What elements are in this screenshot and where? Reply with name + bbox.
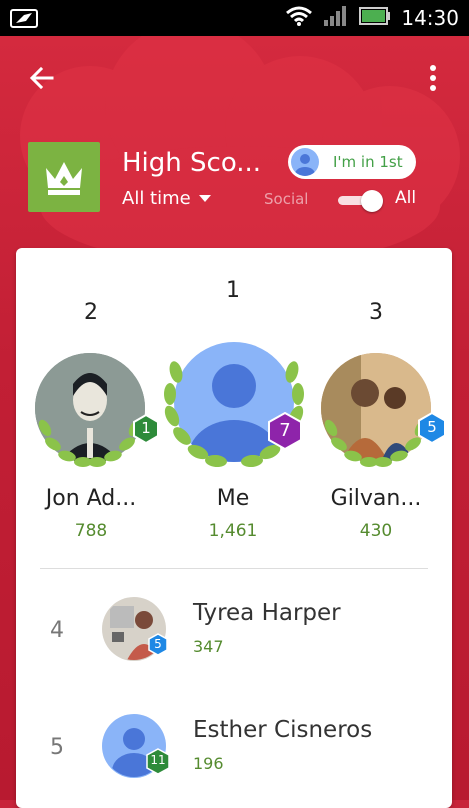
avatar-image xyxy=(164,342,304,468)
notification-icon xyxy=(10,7,40,33)
player-name: Gilvan... xyxy=(330,486,422,511)
level-badge-number: 7 xyxy=(279,420,291,441)
signal-icon xyxy=(323,5,349,31)
player-avatar-jon[interactable]: 1 xyxy=(35,348,159,482)
leaderboard-card: 2 1 Jon Ad... 788 1 7 Me 1,461 3 5 Gilva… xyxy=(16,248,452,808)
switch-thumb xyxy=(361,190,383,212)
row-player-score: 196 xyxy=(193,754,224,773)
player-name: Me xyxy=(216,486,250,511)
level-badge-number: 5 xyxy=(427,418,437,436)
row-player-name: Esther Cisneros xyxy=(193,717,373,743)
row-rank: 4 xyxy=(50,618,64,643)
crown-icon xyxy=(46,162,82,195)
chip-avatar xyxy=(291,148,319,176)
podium-rank-number: 1 xyxy=(226,278,240,303)
back-button[interactable] xyxy=(26,62,58,94)
more-options-button[interactable] xyxy=(420,62,446,94)
row-rank: 5 xyxy=(50,735,64,760)
more-vert-icon xyxy=(430,65,436,91)
game-icon xyxy=(28,142,100,212)
row-player-name: Tyrea Harper xyxy=(193,600,341,626)
row-avatar: 11 xyxy=(102,713,172,783)
leaderboard-title: High Sco... xyxy=(122,148,262,178)
podium-rank-number: 3 xyxy=(369,300,383,325)
player-avatar-gilvan[interactable]: 5 xyxy=(321,348,446,482)
time-filter-dropdown[interactable]: All time xyxy=(122,188,211,209)
row-player-score: 347 xyxy=(193,637,224,656)
level-badge: 11 xyxy=(146,748,170,775)
player-avatar-me[interactable]: 7 xyxy=(154,328,314,482)
leaderboard-row[interactable]: 5 11 Esther Cisneros 196 xyxy=(16,695,452,795)
level-badge-number: 5 xyxy=(154,637,162,651)
dropdown-arrow-icon xyxy=(198,195,211,202)
time-filter-label: All time xyxy=(122,188,191,209)
player-score: 788 xyxy=(74,521,108,541)
player-score: 430 xyxy=(359,521,393,541)
avatar-image xyxy=(35,353,145,467)
status-time: 14:30 xyxy=(401,6,459,30)
back-arrow-icon xyxy=(29,66,54,90)
level-badge: 5 xyxy=(418,411,446,445)
wifi-icon xyxy=(285,5,313,31)
player-name: Jon Ad... xyxy=(45,486,137,511)
row-avatar: 5 xyxy=(102,596,172,664)
chip-label: I'm in 1st xyxy=(333,153,403,171)
player-score: 1,461 xyxy=(208,521,258,541)
social-toggle-label: Social xyxy=(264,190,309,208)
im-in-1st-chip[interactable]: I'm in 1st xyxy=(288,145,416,179)
level-badge: 5 xyxy=(148,633,168,656)
status-bar: 14:30 xyxy=(0,0,469,36)
level-badge: 7 xyxy=(268,411,302,451)
podium-rank-number: 2 xyxy=(84,300,98,325)
level-badge-number: 11 xyxy=(150,753,166,767)
battery-icon xyxy=(359,6,391,30)
podium-divider xyxy=(40,568,428,569)
all-toggle-label: All xyxy=(395,188,417,208)
social-all-switch[interactable] xyxy=(334,190,386,212)
leaderboard-row[interactable]: 4 5 Tyrea Harper 347 xyxy=(16,578,452,678)
